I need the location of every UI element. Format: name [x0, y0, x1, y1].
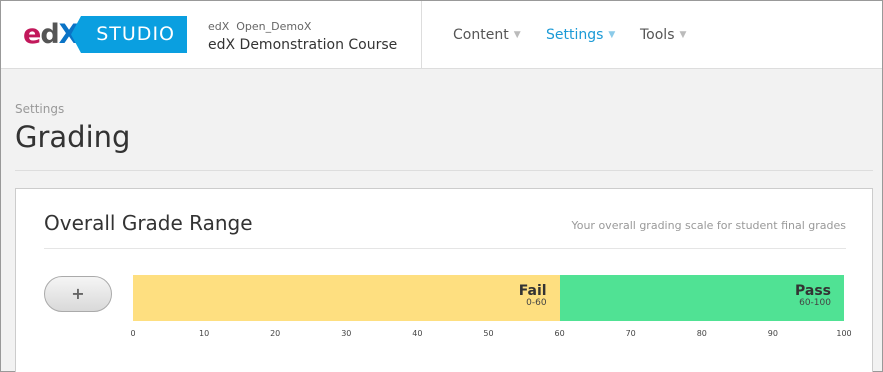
course-title[interactable]: edX Demonstration Course	[208, 37, 397, 53]
page-title: Grading	[15, 120, 131, 154]
nav-content-menu[interactable]: Content ▼	[453, 27, 521, 43]
add-grade-button[interactable]: +	[44, 276, 112, 312]
breadcrumb: Settings	[15, 102, 65, 116]
axis-tick-label: 0	[130, 329, 136, 338]
nav-divider	[421, 1, 422, 69]
nav-tools-label: Tools	[640, 27, 675, 43]
nav-settings-label: Settings	[546, 27, 604, 43]
grade-segment-fail[interactable]: Fail 0-60	[133, 275, 560, 321]
axis-tick-label: 80	[696, 329, 707, 338]
axis-tick-label: 30	[341, 329, 352, 338]
grade-segment-name: Fail	[518, 283, 547, 299]
caret-down-icon: ▼	[608, 30, 616, 40]
edx-logo-text: edX	[23, 19, 79, 50]
caret-down-icon: ▼	[513, 30, 521, 40]
title-divider	[15, 170, 873, 171]
panel-subtitle: Your overall grading scale for student f…	[571, 219, 846, 232]
panel-title: Overall Grade Range	[44, 211, 253, 235]
grade-range-panel: Overall Grade Range Your overall grading…	[15, 188, 873, 372]
grade-axis: 0 10 20 30 40 50 60 70 80 90 100	[130, 329, 851, 341]
grade-segment-pass[interactable]: Pass 60-100	[559, 275, 844, 321]
axis-tick-label: 70	[625, 329, 636, 338]
app-header: edX STUDIO edX Open_DemoX edX Demonstrat…	[1, 1, 882, 69]
studio-logo[interactable]: edX STUDIO	[23, 16, 187, 53]
axis-tick-label: 40	[412, 329, 423, 338]
axis-tick-label: 20	[270, 329, 281, 338]
nav-tools-menu[interactable]: Tools ▼	[640, 27, 686, 43]
axis-tick-label: 60	[554, 329, 565, 338]
nav-content-label: Content	[453, 27, 509, 43]
panel-divider	[44, 248, 846, 249]
studio-tag: STUDIO	[71, 16, 187, 53]
nav-settings-menu[interactable]: Settings ▼	[546, 27, 615, 43]
grade-segment-range: 0-60	[526, 298, 547, 308]
grade-segment-range: 60-100	[799, 298, 831, 308]
axis-tick-label: 100	[836, 329, 852, 338]
grade-segment-name: Pass	[794, 283, 831, 299]
caret-down-icon: ▼	[679, 30, 687, 40]
axis-tick-label: 50	[483, 329, 494, 338]
axis-tick-label: 90	[767, 329, 778, 338]
axis-tick-label: 10	[199, 329, 210, 338]
grade-range-bar: Fail 0-60 Pass 60-100	[133, 275, 844, 321]
course-org: edX Open_DemoX	[208, 20, 312, 33]
